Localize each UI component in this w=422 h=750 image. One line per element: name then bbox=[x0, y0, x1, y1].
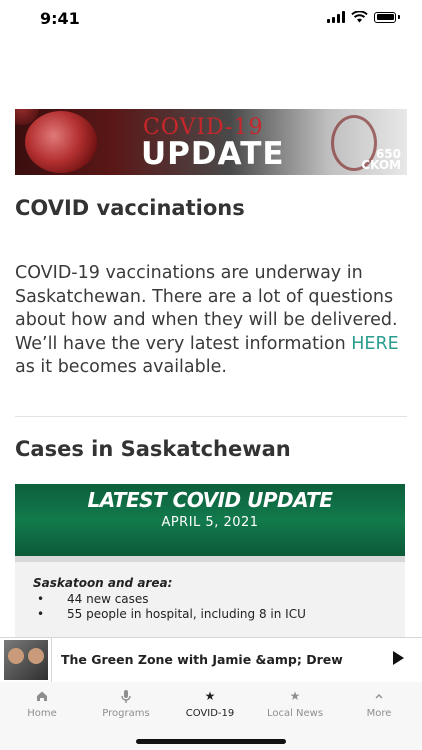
body-text-end: as it becomes available. bbox=[15, 357, 227, 377]
covid-update-banner: COVID-19 UPDATE 650 CKOM bbox=[15, 109, 407, 175]
update-title: LATEST COVID UPDATE bbox=[87, 488, 333, 512]
star-icon: ★ bbox=[204, 689, 216, 703]
now-playing-bar[interactable]: The Green Zone with Jamie &amp; Drew bbox=[0, 637, 422, 683]
article-headline: COVID vaccinations bbox=[15, 196, 245, 220]
tab-home[interactable]: Home bbox=[0, 688, 84, 719]
tab-local-news[interactable]: ★ Local News bbox=[253, 688, 337, 719]
update-header: LATEST COVID UPDATE APRIL 5, 2021 bbox=[15, 484, 405, 556]
tab-home-label: Home bbox=[27, 708, 57, 719]
station-call-sign: CKOM bbox=[361, 158, 401, 172]
divider bbox=[15, 416, 407, 417]
chevron-up-icon bbox=[375, 694, 383, 699]
cases-heading: Cases in Saskatchewan bbox=[15, 437, 291, 461]
status-icons bbox=[327, 11, 400, 23]
tab-covid-19-label: COVID-19 bbox=[185, 708, 235, 719]
list-item: 44 new cases bbox=[37, 592, 306, 607]
update-date: APRIL 5, 2021 bbox=[161, 515, 259, 530]
covid-update-image: LATEST COVID UPDATE APRIL 5, 2021 Saskat… bbox=[15, 484, 405, 637]
cellular-signal-icon bbox=[327, 11, 345, 23]
wifi-icon bbox=[351, 11, 368, 23]
status-bar: 9:41 bbox=[0, 0, 422, 40]
tab-programs[interactable]: Programs bbox=[84, 688, 168, 719]
now-playing-title: The Green Zone with Jamie &amp; Drew bbox=[61, 652, 343, 667]
tab-programs-label: Programs bbox=[102, 708, 150, 719]
body-text-start: COVID-19 vaccinations are underway in Sa… bbox=[15, 263, 398, 354]
article-body: COVID-19 vaccinations are underway in Sa… bbox=[15, 262, 410, 380]
virus-graphic-main bbox=[25, 111, 97, 173]
tab-more-label: More bbox=[366, 708, 392, 719]
update-stats-list: 44 new cases 55 people in hospital, incl… bbox=[37, 592, 306, 622]
banner-line2: UPDATE bbox=[141, 136, 285, 172]
star-icon: ★ bbox=[289, 689, 301, 703]
microphone-icon bbox=[121, 690, 131, 703]
list-item: 55 people in hospital, including 8 in IC… bbox=[37, 607, 306, 622]
home-indicator bbox=[136, 739, 286, 744]
tab-covid-19[interactable]: ★ COVID-19 bbox=[168, 688, 252, 719]
update-region: Saskatoon and area: bbox=[33, 576, 173, 590]
status-time: 9:41 bbox=[40, 9, 80, 28]
show-thumbnail bbox=[4, 640, 48, 680]
play-icon[interactable] bbox=[393, 651, 404, 665]
home-icon bbox=[37, 691, 47, 701]
update-strip bbox=[15, 556, 405, 562]
here-link[interactable]: HERE bbox=[351, 334, 398, 354]
station-logo: 650 CKOM bbox=[361, 148, 401, 172]
battery-icon bbox=[374, 11, 396, 23]
tab-more[interactable]: More bbox=[337, 688, 421, 719]
tab-local-news-label: Local News bbox=[266, 708, 324, 719]
